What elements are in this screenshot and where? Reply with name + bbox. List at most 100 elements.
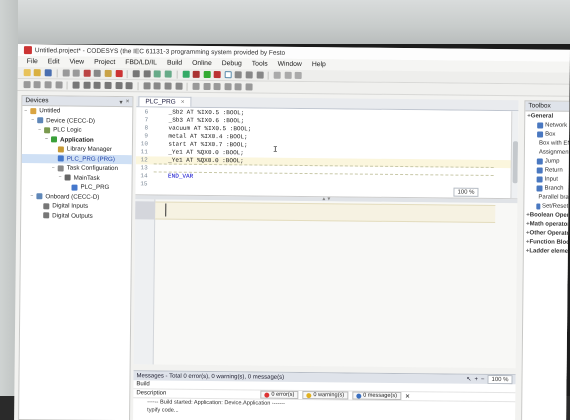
toolbar-icon[interactable] <box>224 83 232 91</box>
declaration-zoom[interactable]: 100 % <box>453 187 479 197</box>
clear-messages-icon[interactable]: ✕ <box>405 393 410 400</box>
undo-icon[interactable] <box>62 69 70 77</box>
toolbar-icon[interactable] <box>273 71 281 79</box>
save-icon[interactable] <box>44 69 52 77</box>
reset-coil-icon[interactable] <box>125 82 133 90</box>
toolbar-icon[interactable] <box>295 71 303 79</box>
expander-icon[interactable]: − <box>45 137 50 143</box>
messages-source[interactable]: Build <box>136 381 149 387</box>
toolbox-category[interactable]: + Ladder elements <box>524 246 570 255</box>
menu-fbd-ld-il[interactable]: FBD/LD/IL <box>120 59 162 66</box>
copy-icon[interactable] <box>94 69 102 77</box>
tab-plc-prg[interactable]: PLC_PRG × <box>138 96 192 107</box>
menu-window[interactable]: Window <box>273 61 307 68</box>
menu-file[interactable]: File <box>22 58 43 65</box>
menu-build[interactable]: Build <box>162 60 187 67</box>
return-icon[interactable] <box>164 82 172 90</box>
toolbar-icon[interactable] <box>235 83 243 91</box>
close-tab-icon[interactable]: × <box>181 99 185 106</box>
toolbar-icon[interactable] <box>44 81 52 89</box>
stop-icon[interactable] <box>213 71 222 79</box>
redo-icon[interactable] <box>72 69 80 77</box>
declaration-editor[interactable]: 6 _Sb2 AT %IX0.5 :BOOL; 7 _Sb3 AT %IX0.6 … <box>135 107 519 200</box>
step-over-icon[interactable] <box>235 71 243 79</box>
new-project-icon[interactable] <box>23 69 31 77</box>
box-icon[interactable] <box>143 82 151 90</box>
toolbox-item[interactable]: Network <box>525 120 569 129</box>
toolbar-icon[interactable] <box>213 83 221 91</box>
zoom-in-icon[interactable]: + <box>474 376 478 382</box>
login-icon[interactable] <box>182 70 190 78</box>
expander-icon[interactable]: − <box>52 165 57 171</box>
pin-icon[interactable]: ▾ <box>119 98 122 106</box>
toolbar-icon[interactable] <box>245 83 253 91</box>
implementation-zoom[interactable]: 100 % <box>487 374 513 385</box>
tree-item[interactable]: Digital Outputs <box>21 211 131 222</box>
toolbox-category[interactable]: + Function Blocks <box>524 237 570 246</box>
implementation-editor[interactable] <box>133 199 518 369</box>
step-out-icon[interactable] <box>256 71 264 79</box>
replace-icon[interactable] <box>143 70 151 78</box>
network-1[interactable] <box>155 201 496 224</box>
delete-icon[interactable] <box>115 70 123 78</box>
toolbox-item[interactable]: Jump <box>525 156 569 165</box>
logout-icon[interactable] <box>192 70 200 78</box>
toolbox-item[interactable]: Set/Reset <box>524 201 568 210</box>
negated-contact-icon[interactable] <box>93 81 101 89</box>
toolbox-item[interactable]: Box with EN/ENO <box>525 138 570 147</box>
build-icon[interactable] <box>153 70 162 78</box>
errors-filter[interactable]: 0 error(s) <box>260 390 299 399</box>
expander-icon[interactable]: − <box>31 117 36 123</box>
warnings-filter[interactable]: 0 warning(s) <box>302 390 349 400</box>
network-number-cell[interactable] <box>135 201 156 220</box>
toolbar-icon[interactable] <box>23 81 31 89</box>
menu-edit[interactable]: Edit <box>43 58 65 65</box>
expander-icon[interactable]: − <box>24 108 29 114</box>
toolbox-item[interactable]: Box <box>525 129 569 138</box>
zoom-out-icon[interactable]: − <box>481 376 485 382</box>
expander-icon[interactable]: − <box>38 127 43 133</box>
branch-icon[interactable] <box>175 82 183 90</box>
toolbox-item[interactable]: Return <box>525 165 569 174</box>
close-icon[interactable]: × <box>126 98 130 106</box>
toolbox-category[interactable]: + Other Operators <box>524 228 570 237</box>
toolbar-icon[interactable] <box>55 81 63 89</box>
messages-filter[interactable]: 0 message(s) <box>352 391 402 401</box>
jump-icon[interactable] <box>153 82 161 90</box>
toolbox-category[interactable]: + Boolean Operators <box>524 210 570 219</box>
toolbar-icon[interactable] <box>284 71 292 79</box>
rebuild-icon[interactable] <box>164 70 172 78</box>
description-column-header[interactable]: Description <box>136 390 256 397</box>
parallel-contact-icon[interactable] <box>104 81 112 89</box>
scrollbar-thumb[interactable] <box>512 141 519 184</box>
menu-project[interactable]: Project <box>89 59 120 66</box>
set-coil-icon[interactable] <box>115 82 123 90</box>
coil-icon[interactable] <box>83 81 91 89</box>
open-icon[interactable] <box>34 69 42 77</box>
contact-icon[interactable] <box>72 81 80 89</box>
toolbox-item[interactable]: Input <box>525 174 569 183</box>
toolbox-category[interactable]: + General <box>525 111 569 120</box>
declaration-scrollbar[interactable] <box>510 111 519 200</box>
menu-debug[interactable]: Debug <box>217 60 247 67</box>
find-icon[interactable] <box>132 70 140 78</box>
toolbox-item[interactable]: Parallel branch <box>524 192 570 201</box>
step-into-icon[interactable] <box>245 71 253 79</box>
toolbox-item[interactable]: Assignment <box>525 147 570 156</box>
menu-view[interactable]: View <box>64 58 89 66</box>
toolbox-category[interactable]: + Math operators <box>524 219 570 228</box>
breakpoint-icon[interactable] <box>224 71 232 79</box>
cut-icon[interactable] <box>83 69 91 77</box>
toolbar-icon[interactable] <box>192 82 200 90</box>
toolbar-icon[interactable] <box>203 82 211 91</box>
menu-help[interactable]: Help <box>307 61 331 68</box>
toolbar-icon[interactable] <box>33 81 42 89</box>
pointer-icon[interactable]: ↖ <box>466 376 471 383</box>
expander-icon[interactable]: − <box>59 175 64 181</box>
paste-icon[interactable] <box>104 69 112 77</box>
menu-online[interactable]: Online <box>187 60 217 67</box>
toolbox-item[interactable]: Branch <box>524 183 568 192</box>
expander-icon[interactable]: − <box>30 193 35 199</box>
start-icon[interactable] <box>203 70 211 79</box>
menu-tools[interactable]: Tools <box>247 60 273 67</box>
